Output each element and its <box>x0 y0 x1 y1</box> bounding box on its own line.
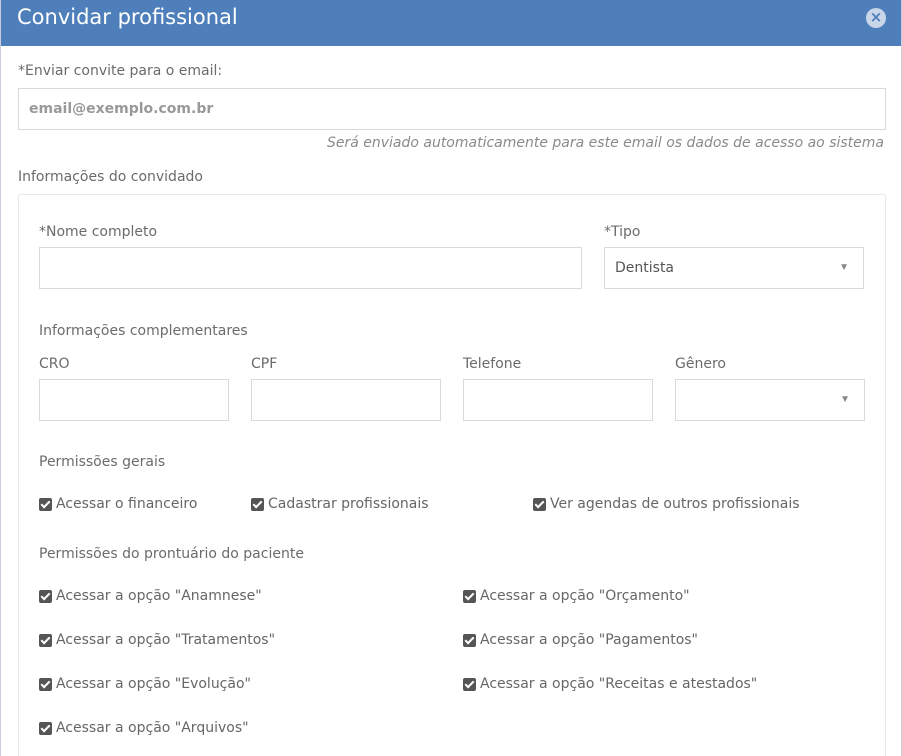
cpf-field[interactable] <box>251 379 441 421</box>
guest-section-title: Informações do convidado <box>18 169 203 185</box>
phone-label: Telefone <box>463 356 522 372</box>
permission-receitas-checkbox[interactable]: Acessar a opção "Receitas e atestados" <box>463 676 757 692</box>
modal-title: Convidar profissional <box>17 5 238 29</box>
type-select[interactable]: Dentista ▼ <box>604 247 864 289</box>
complementary-title: Informações complementares <box>39 323 248 339</box>
permission-evolucao-checkbox[interactable]: Acessar a opção "Evolução" <box>39 676 251 692</box>
chevron-down-icon: ▼ <box>840 394 850 405</box>
permission-financial-checkbox[interactable]: Acessar o financeiro <box>39 496 197 512</box>
checkbox-checked-icon[interactable] <box>463 589 476 603</box>
type-label: *Tipo <box>604 224 641 240</box>
gender-label: Gênero <box>675 356 726 372</box>
checkbox-checked-icon[interactable] <box>463 633 476 647</box>
permission-orcamento-checkbox[interactable]: Acessar a opção "Orçamento" <box>463 588 690 604</box>
checkbox-label: Acessar a opção "Orçamento" <box>480 588 690 604</box>
checkbox-checked-icon[interactable] <box>463 677 476 691</box>
modal-header: Convidar profissional × <box>1 0 901 46</box>
email-label: *Enviar convite para o email: <box>18 63 223 79</box>
name-label: *Nome completo <box>39 224 158 240</box>
permission-anamnese-checkbox[interactable]: Acessar a opção "Anamnese" <box>39 588 262 604</box>
permission-pagamentos-checkbox[interactable]: Acessar a opção "Pagamentos" <box>463 632 698 648</box>
checkbox-label: Acessar a opção "Evolução" <box>56 676 251 692</box>
cpf-label: CPF <box>251 356 278 372</box>
checkbox-label: Cadastrar profissionais <box>268 496 429 512</box>
email-input[interactable] <box>19 89 885 129</box>
close-icon[interactable]: × <box>866 8 886 28</box>
checkbox-label: Acessar a opção "Anamnese" <box>56 588 262 604</box>
permission-other-schedules-checkbox[interactable]: Ver agendas de outros profissionais <box>533 496 800 512</box>
checkbox-checked-icon[interactable] <box>533 497 546 511</box>
email-hint: Será enviado automaticamente para este e… <box>326 135 884 151</box>
checkbox-label: Acessar a opção "Arquivos" <box>56 720 249 736</box>
checkbox-label: Acessar o financeiro <box>56 496 198 512</box>
chevron-down-icon: ▼ <box>839 262 849 273</box>
name-field[interactable] <box>39 247 582 289</box>
checkbox-label: Ver agendas de outros profissionais <box>550 496 800 512</box>
checkbox-checked-icon[interactable] <box>39 677 52 691</box>
cro-label: CRO <box>39 356 70 372</box>
checkbox-label: Acessar a opção "Receitas e atestados" <box>480 676 758 692</box>
cro-input[interactable] <box>40 380 228 420</box>
permission-arquivos-checkbox[interactable]: Acessar a opção "Arquivos" <box>39 720 249 736</box>
phone-field[interactable] <box>463 379 653 421</box>
general-permissions-title: Permissões gerais <box>39 454 166 470</box>
name-input[interactable] <box>40 248 581 288</box>
checkbox-label: Acessar a opção "Tratamentos" <box>56 632 276 648</box>
email-field[interactable] <box>18 88 886 130</box>
checkbox-checked-icon[interactable] <box>251 497 264 511</box>
checkbox-checked-icon[interactable] <box>39 589 52 603</box>
phone-input[interactable] <box>464 380 652 420</box>
checkbox-checked-icon[interactable] <box>39 633 52 647</box>
permission-tratamentos-checkbox[interactable]: Acessar a opção "Tratamentos" <box>39 632 275 648</box>
cro-field[interactable] <box>39 379 229 421</box>
checkbox-checked-icon[interactable] <box>39 721 52 735</box>
permission-register-professionals-checkbox[interactable]: Cadastrar profissionais <box>251 496 429 512</box>
type-select-value: Dentista <box>615 260 675 276</box>
checkbox-checked-icon[interactable] <box>39 497 52 511</box>
checkbox-label: Acessar a opção "Pagamentos" <box>480 632 698 648</box>
cpf-input[interactable] <box>252 380 440 420</box>
record-permissions-title: Permissões do prontuário do paciente <box>39 546 304 562</box>
gender-select[interactable]: ▼ <box>675 379 865 421</box>
invite-professional-modal: Convidar profissional × *Enviar convite … <box>0 0 902 756</box>
